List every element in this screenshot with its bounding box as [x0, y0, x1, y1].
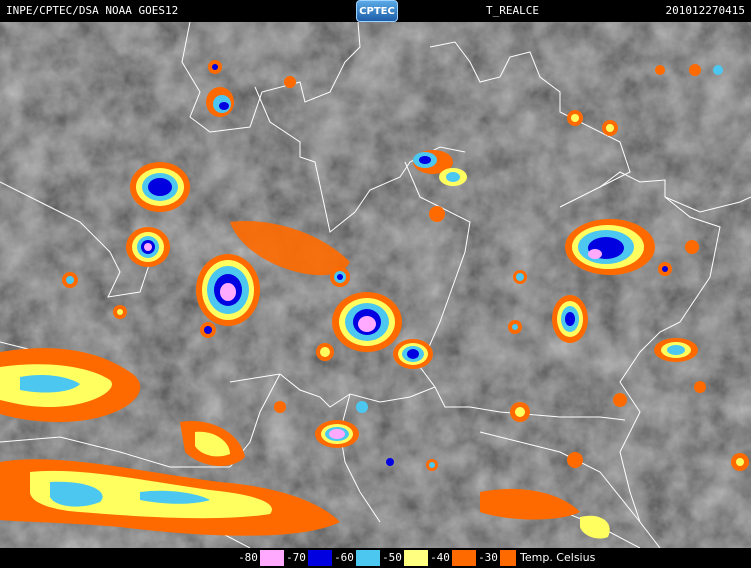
legend-unit-label: Temp. Celsius — [520, 551, 596, 564]
legend-swatch — [356, 550, 380, 566]
cluster-9 — [206, 87, 234, 117]
cluster-4 — [332, 292, 402, 352]
legend-bin: -70 — [284, 550, 332, 566]
cluster-2 — [126, 227, 170, 267]
cluster-8 — [315, 420, 359, 448]
legend-swatch — [500, 550, 516, 566]
legend-bin: -30 — [476, 550, 516, 566]
cluster-6 — [565, 219, 655, 275]
legend-value: -40 — [428, 550, 452, 566]
legend-value: -70 — [284, 550, 308, 566]
source-label: INPE/CPTEC/DSA NOAA GOES12 — [6, 4, 179, 17]
legend-value: -30 — [476, 550, 500, 566]
legend-swatch — [452, 550, 476, 566]
timestamp-label: 201012270415 — [665, 4, 745, 17]
cluster-7 — [552, 295, 588, 343]
legend-value: -50 — [380, 550, 404, 566]
satellite-map-svg — [0, 21, 751, 549]
legend-swatch — [260, 550, 284, 566]
legend-bin: -50 — [380, 550, 428, 566]
image-header: INPE/CPTEC/DSA NOAA GOES12 CPTEC T_REALC… — [0, 0, 751, 22]
cptec-logo: CPTEC — [356, 0, 398, 22]
satellite-image — [0, 21, 751, 549]
legend-value: -60 — [332, 550, 356, 566]
cluster-3 — [196, 254, 260, 326]
product-label: T_REALCE — [486, 4, 539, 17]
cluster-5 — [393, 339, 433, 369]
cluster-1 — [130, 162, 190, 212]
legend-bin: -40 — [428, 550, 476, 566]
legend-bin: -60 — [332, 550, 380, 566]
legend-swatch — [404, 550, 428, 566]
temperature-legend: -80 -70 -60 -50 -40 -30 Temp. Celsius — [0, 548, 751, 568]
legend-bin: -80 — [236, 550, 284, 566]
cluster-11 — [654, 338, 698, 362]
legend-value: -80 — [236, 550, 260, 566]
legend-swatch — [308, 550, 332, 566]
